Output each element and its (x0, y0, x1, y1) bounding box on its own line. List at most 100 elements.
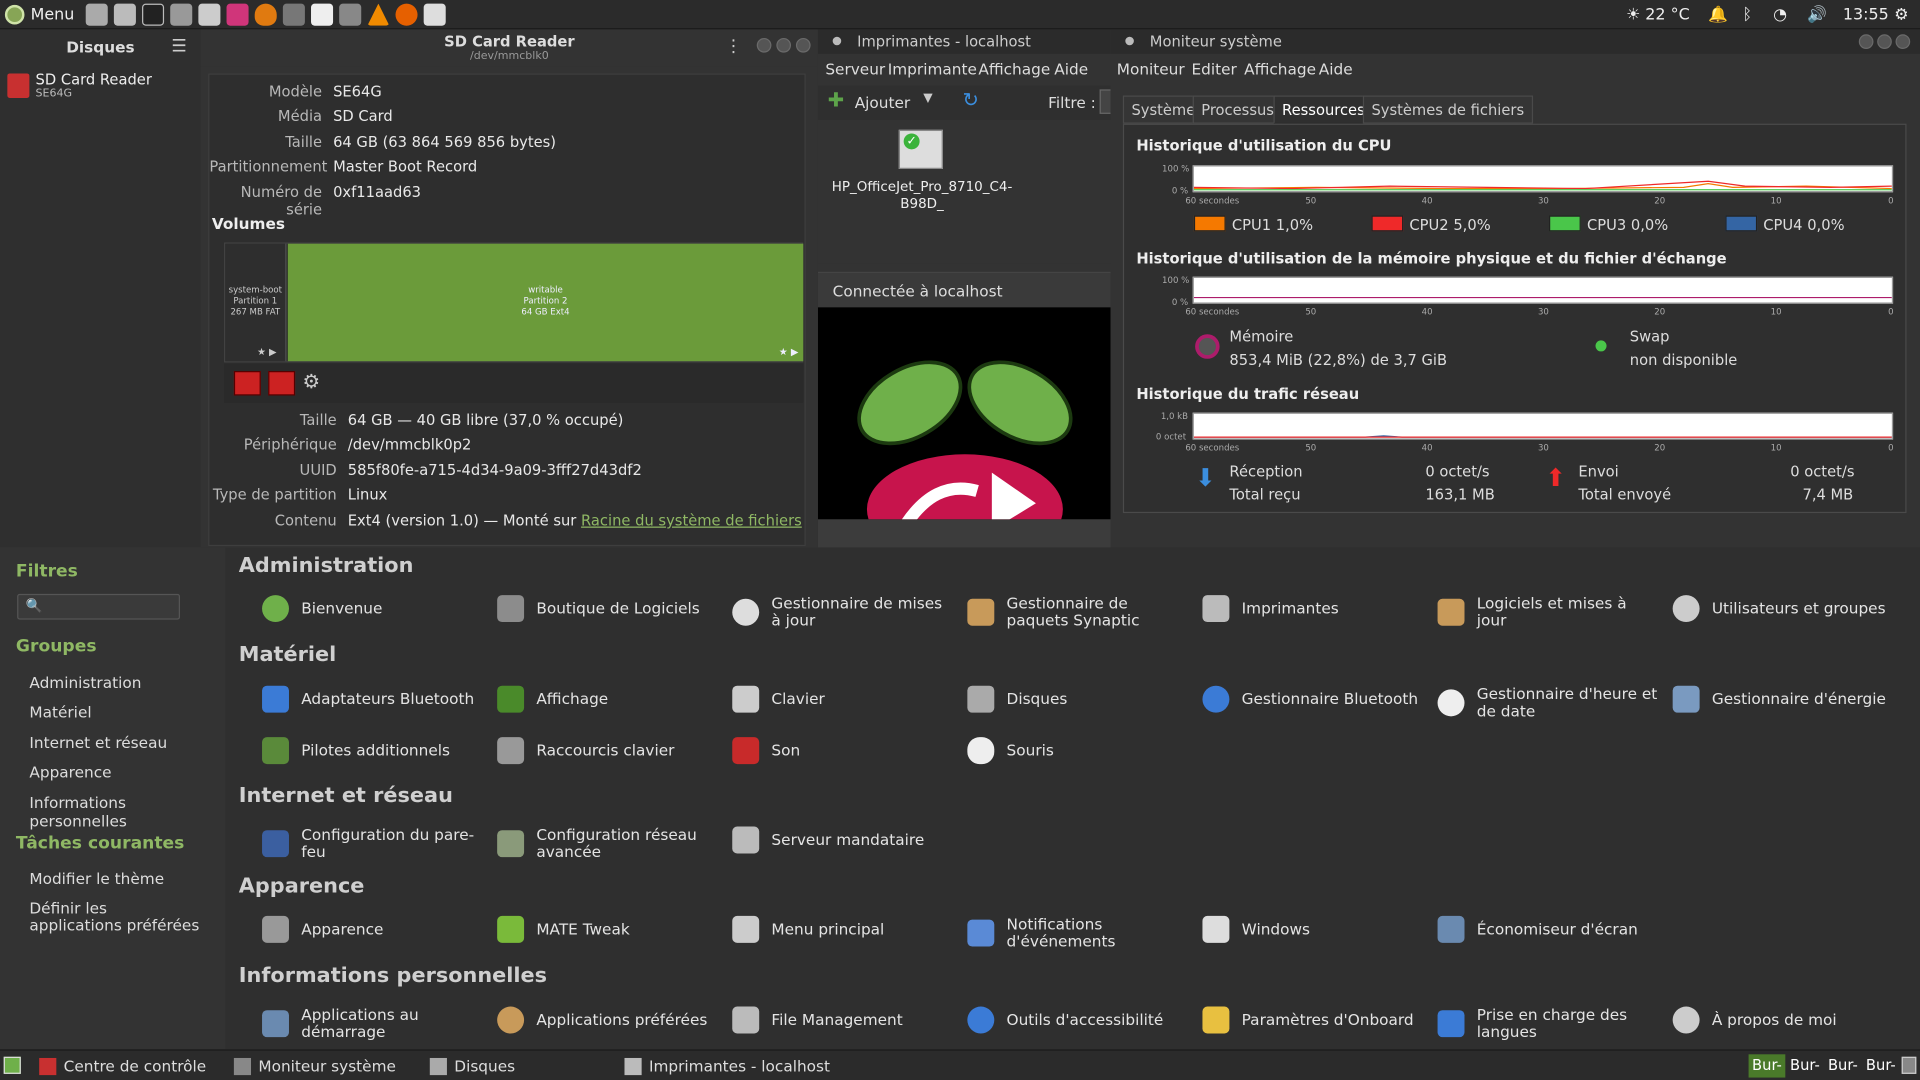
clock[interactable]: 13:55 (1843, 0, 1889, 29)
cpu3-color-swatch[interactable] (1548, 215, 1581, 232)
device-list-item[interactable]: SD Card Reader SE64G (0, 69, 201, 103)
close-button[interactable] (1895, 34, 1911, 49)
item-firewall[interactable]: Configuration du pare-feu (262, 826, 482, 861)
volume-icon[interactable]: 🔊 (1807, 0, 1827, 29)
item-language-support[interactable]: Prise en charge des langues (1437, 1006, 1658, 1041)
mount-point-link[interactable]: Racine du système de fichiers (581, 512, 802, 529)
item-network-advanced[interactable]: Configuration réseau avancée (497, 826, 717, 861)
group-link-materiel[interactable]: Matériel (29, 703, 91, 721)
item-additional-drivers[interactable]: Pilotes additionnels (262, 737, 482, 765)
trash-icon[interactable] (1901, 1056, 1917, 1074)
workspace-1[interactable]: Bur-1 (1748, 1054, 1786, 1078)
show-desktop-icon[interactable] (3, 1056, 21, 1074)
item-windows[interactable]: Windows (1202, 915, 1422, 943)
item-keyboard-shortcuts[interactable]: Raccourcis clavier (497, 737, 717, 765)
item-main-menu[interactable]: Menu principal (732, 915, 952, 943)
minimize-button[interactable] (1858, 34, 1874, 49)
system-settings-icon[interactable]: ⚙ (1894, 0, 1908, 29)
group-link-apparence[interactable]: Apparence (29, 763, 111, 781)
bluetooth-icon[interactable]: ᛒ (1742, 0, 1752, 29)
wifi-icon[interactable]: ◔ (1773, 0, 1787, 29)
item-display[interactable]: Affichage (497, 685, 717, 713)
item-update-manager[interactable]: Gestionnaire de mises à jour (732, 594, 952, 629)
mmm-icon[interactable] (226, 3, 249, 26)
group-link-administration[interactable]: Administration (29, 673, 141, 691)
weather-applet[interactable]: ☀ 22 °C (1626, 0, 1690, 29)
cpu2-color-swatch[interactable] (1371, 215, 1404, 232)
flame-app-icon[interactable] (254, 3, 277, 26)
close-button[interactable] (795, 37, 811, 53)
item-preferred-apps[interactable]: Applications préférées (497, 1006, 717, 1034)
item-software-updates[interactable]: Logiciels et mises à jour (1437, 594, 1658, 629)
disk-utility-icon[interactable] (339, 3, 362, 26)
item-onboard-settings[interactable]: Paramètres d'Onboard (1202, 1006, 1422, 1034)
receive-arrow-icon[interactable]: ⬇ (1195, 463, 1216, 492)
item-about-me[interactable]: À propos de moi (1672, 1006, 1893, 1034)
swap-pie-icon[interactable] (1595, 340, 1607, 352)
memory-pie-icon[interactable] (1195, 334, 1220, 359)
item-bluetooth-manager[interactable]: Gestionnaire Bluetooth (1202, 685, 1422, 713)
taskbar-disks[interactable]: Disques (429, 1054, 515, 1077)
item-keyboard[interactable]: Clavier (732, 685, 952, 713)
item-notifications[interactable]: Notifications d'événements (967, 915, 1187, 950)
item-accessibility[interactable]: Outils d'accessibilité (967, 1006, 1187, 1034)
main-menu-button[interactable]: Menu (4, 2, 74, 26)
tools-icon[interactable] (282, 3, 305, 26)
file-manager-icon[interactable] (85, 3, 108, 26)
item-startup-apps[interactable]: Applications au démarrage (262, 1006, 482, 1041)
taskbar-control-center[interactable]: Centre de contrôle (39, 1054, 206, 1077)
send-arrow-icon[interactable]: ⬆ (1545, 463, 1566, 492)
volume-partition-2[interactable]: writable Partition 2 64 GB Ext4 ★ ▶ (287, 243, 804, 362)
maximize-button[interactable] (776, 37, 792, 53)
add-dropdown-icon[interactable]: ▼ (923, 92, 932, 105)
group-link-personal[interactable]: Informations personnelles (29, 793, 225, 830)
item-users-groups[interactable]: Utilisateurs et groupes (1672, 595, 1893, 623)
menu-serveur[interactable]: Serveur (825, 60, 885, 78)
taskbar-system-monitor[interactable]: Moniteur système (233, 1054, 396, 1077)
item-screensaver[interactable]: Économiseur d'écran (1437, 915, 1658, 943)
vlc-icon[interactable] (367, 3, 390, 26)
item-mate-tweak[interactable]: MATE Tweak (497, 915, 717, 943)
item-power-manager[interactable]: Gestionnaire d'énergie (1672, 685, 1893, 713)
firefox-icon[interactable] (395, 3, 418, 26)
menu-moniteur[interactable]: Moniteur (1117, 60, 1185, 78)
filter-search-input[interactable]: 🔍 (17, 593, 181, 620)
task-change-theme[interactable]: Modifier le thème (29, 869, 164, 887)
tab-systemes-de-fichiers[interactable]: Systèmes de fichiers (1362, 95, 1533, 124)
workspace-3[interactable]: Bur-3 (1825, 1054, 1862, 1077)
item-file-management[interactable]: File Management (732, 1006, 952, 1034)
notifications-icon[interactable]: 🔔 (1708, 0, 1728, 29)
menu-imprimante[interactable]: Imprimante (888, 60, 977, 78)
menu-affichage[interactable]: Affichage (978, 60, 1050, 78)
item-time-date[interactable]: Gestionnaire d'heure et de date (1437, 685, 1658, 720)
minimize-button[interactable] (756, 37, 772, 53)
maximize-button[interactable] (1877, 34, 1892, 49)
printer-name[interactable]: HP_OfficeJet_Pro_8710_C4- B98D_ (818, 179, 1026, 213)
delete-partition-icon[interactable] (268, 371, 296, 396)
item-bienvenue[interactable]: Bienvenue (262, 595, 482, 623)
item-synaptic[interactable]: Gestionnaire de paquets Synaptic (967, 594, 1187, 629)
group-link-internet[interactable]: Internet et réseau (29, 733, 167, 751)
item-appearance[interactable]: Apparence (262, 915, 482, 943)
item-mouse[interactable]: Souris (967, 737, 1187, 765)
add-printer-button[interactable]: Ajouter (855, 93, 911, 111)
menu-editer[interactable]: Editer (1191, 60, 1236, 78)
item-disks[interactable]: Disques (967, 685, 1187, 713)
partition-settings-icon[interactable]: ⚙ (302, 370, 329, 397)
item-printers[interactable]: Imprimantes (1202, 595, 1422, 623)
refresh-icon[interactable]: ↻ (962, 88, 978, 111)
cpu4-color-swatch[interactable] (1725, 215, 1758, 232)
menu-aide[interactable]: Aide (1054, 60, 1088, 78)
cpu1-color-swatch[interactable] (1193, 215, 1226, 232)
add-icon[interactable]: ✚ (828, 88, 844, 111)
task-preferred-apps[interactable]: Définir les applications préférées (29, 899, 200, 934)
menu-affichage[interactable]: Affichage (1244, 60, 1316, 78)
workspace-4[interactable]: Bur-4 (1862, 1054, 1899, 1077)
system-info-icon[interactable] (198, 3, 221, 26)
terminal-icon[interactable] (142, 3, 165, 26)
item-bluetooth-adapters[interactable]: Adaptateurs Bluetooth (262, 685, 482, 713)
hamburger-menu-icon[interactable]: ☰ (171, 37, 186, 57)
screenshot-icon[interactable] (170, 3, 193, 26)
volume-partition-1[interactable]: system-boot Partition 1 267 MB FAT ★ ▶ (225, 243, 287, 362)
taskbar-printers[interactable]: Imprimantes - localhost (624, 1054, 830, 1077)
